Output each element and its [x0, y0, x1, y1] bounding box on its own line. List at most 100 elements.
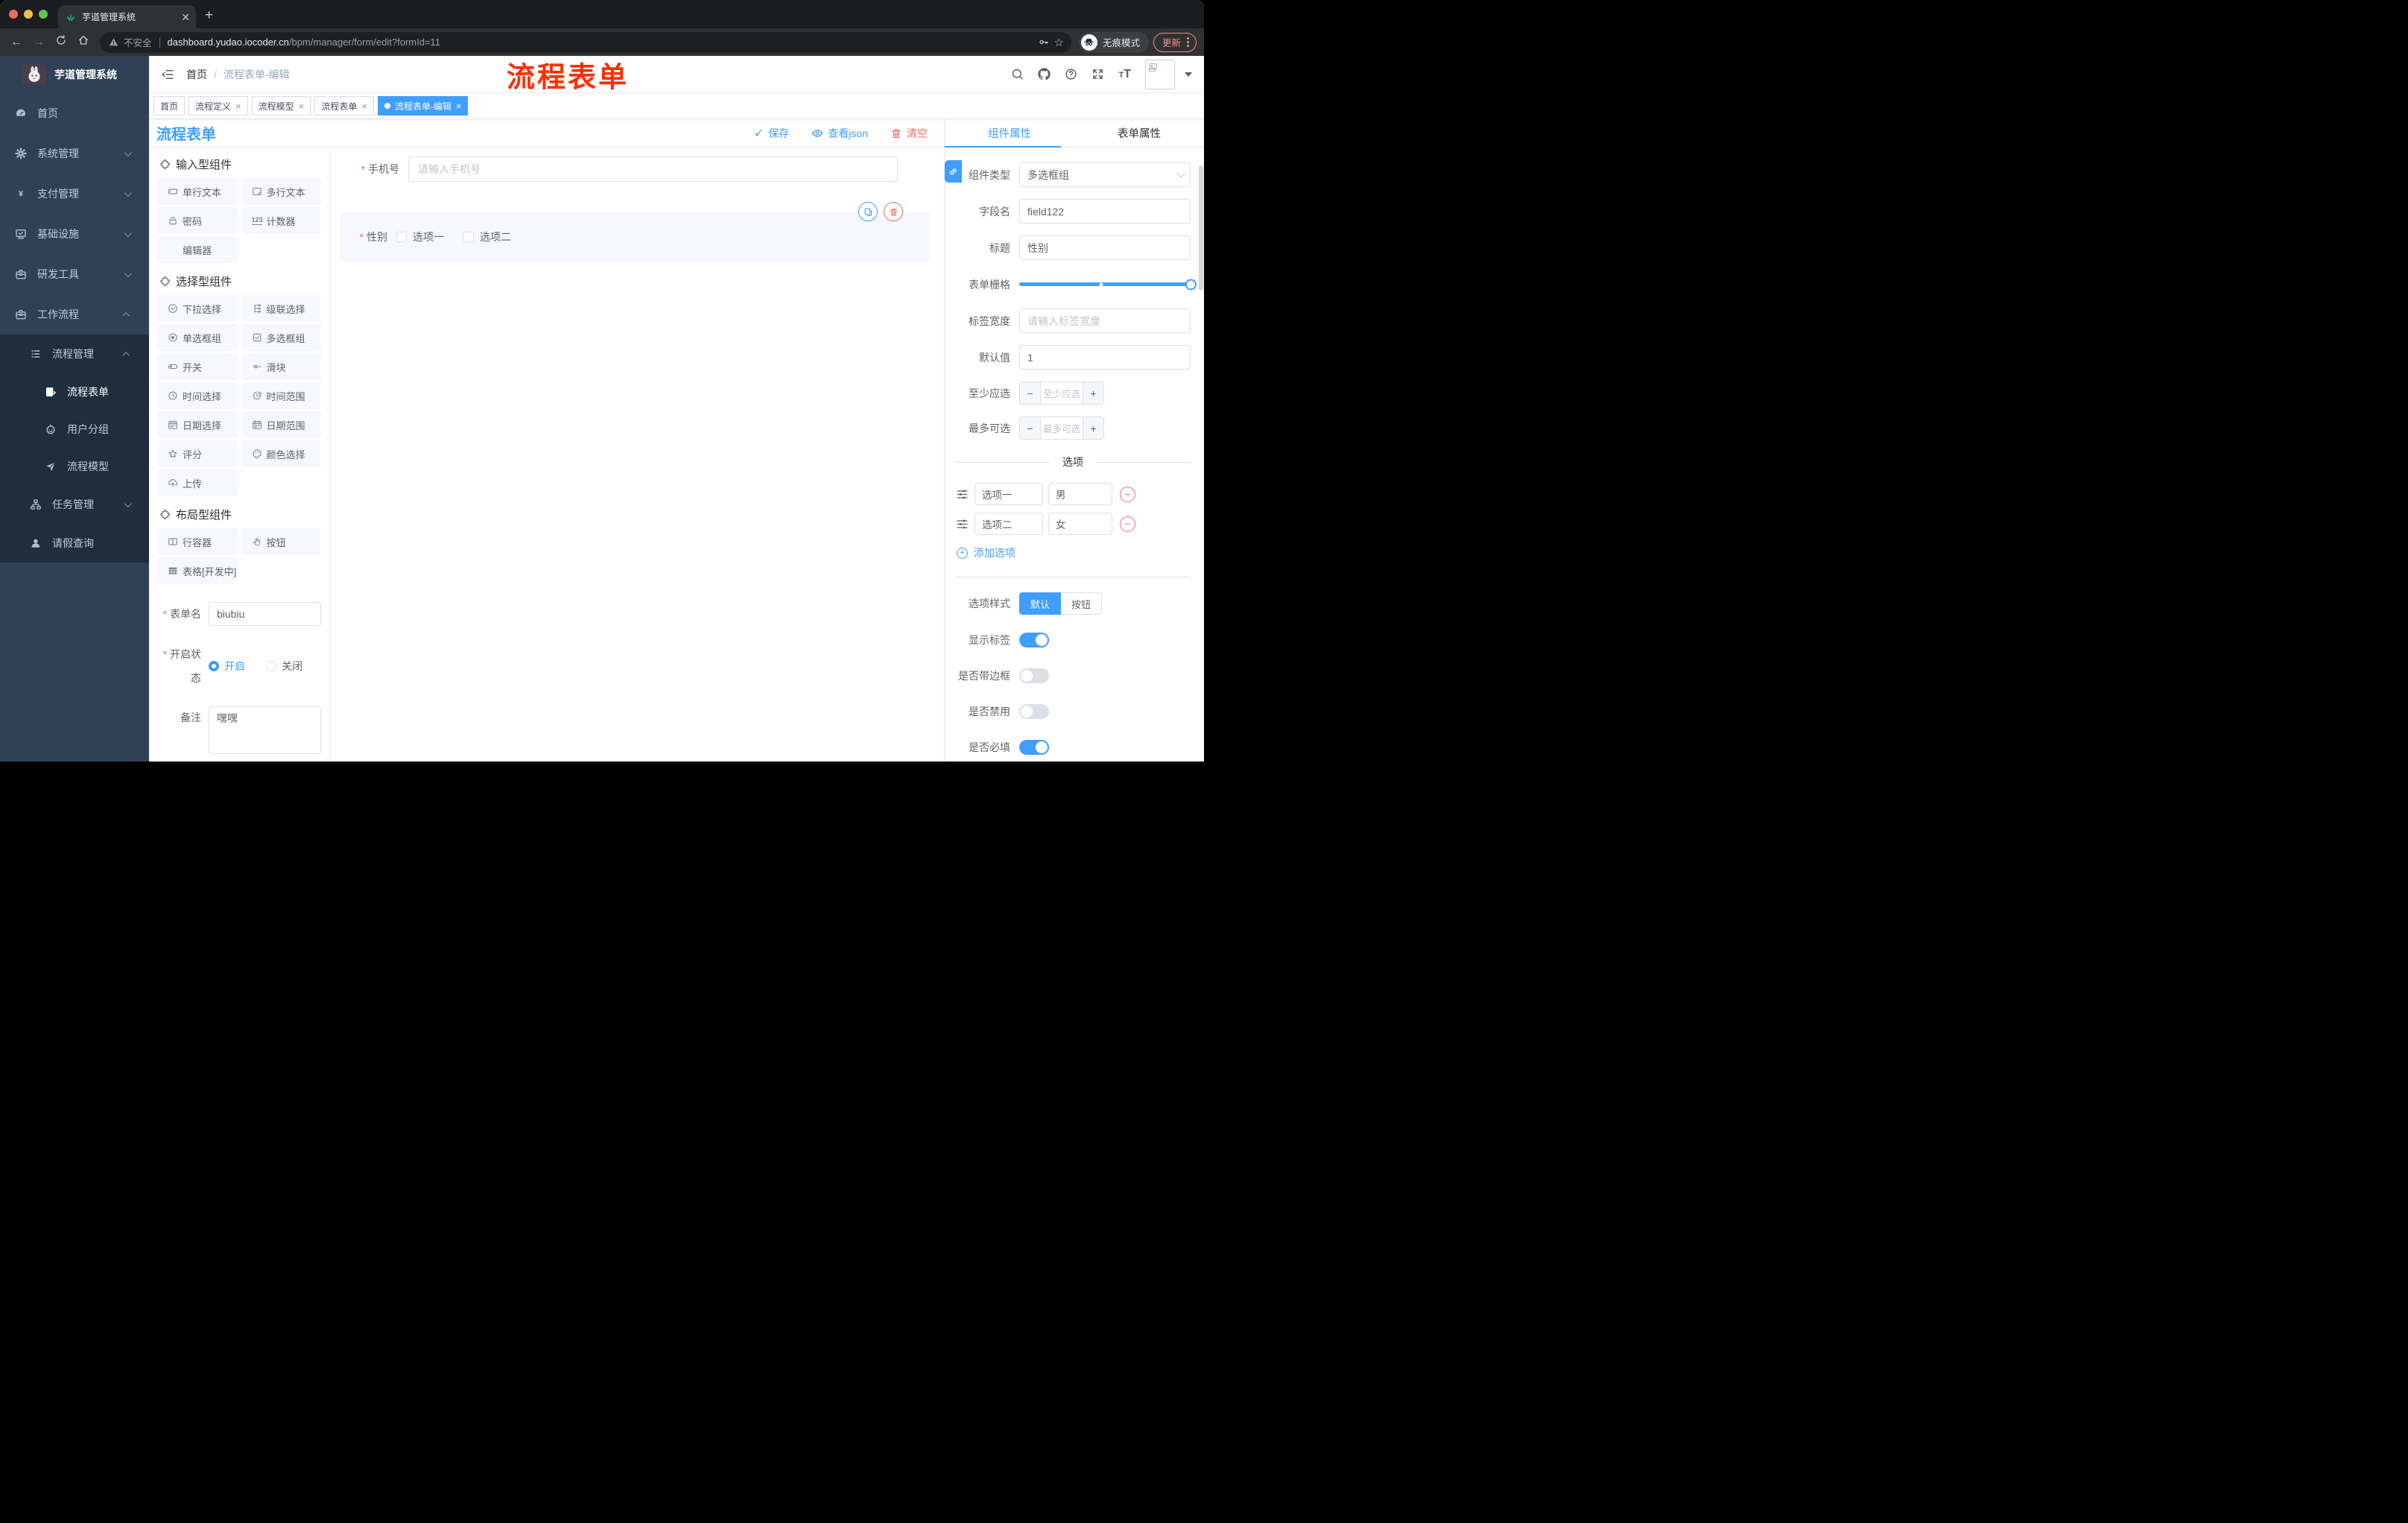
- drag-handle-icon[interactable]: [955, 517, 969, 531]
- palette-item-多选框组[interactable]: 多选框组: [241, 324, 321, 351]
- sidebar-item-首页[interactable]: 首页: [0, 93, 149, 133]
- browser-tab[interactable]: 芋道管理系统 ✕: [58, 5, 196, 28]
- status-on-radio[interactable]: 开启: [209, 659, 245, 674]
- option-style-默认[interactable]: 默认: [1019, 592, 1062, 615]
- palette-item-密码[interactable]: 密码: [158, 207, 238, 234]
- palette-item-时间范围[interactable]: 时间范围: [241, 382, 321, 409]
- tag-首页[interactable]: 首页: [153, 96, 186, 115]
- tab-component-props[interactable]: 组件属性: [945, 119, 1074, 148]
- tab-form-props[interactable]: 表单属性: [1074, 119, 1204, 147]
- tag-close-icon[interactable]: ×: [456, 101, 462, 111]
- toggle-是否禁用[interactable]: [1019, 704, 1049, 719]
- palette-item-时间选择[interactable]: 时间选择: [158, 382, 238, 409]
- affix-link-button[interactable]: [945, 160, 962, 183]
- palette-item-日期范围[interactable]: 日期范围: [241, 411, 321, 438]
- sidebar-item-支付管理[interactable]: ¥ 支付管理: [0, 174, 149, 214]
- search-icon[interactable]: [1011, 68, 1024, 80]
- breadcrumb-home[interactable]: 首页: [186, 67, 207, 82]
- sidebar-item-用户分组[interactable]: 用户分组: [0, 411, 149, 448]
- checkbox-icon[interactable]: [463, 231, 474, 242]
- palette-item-表格[开发中][interactable]: 表格[开发中]: [158, 557, 238, 584]
- tag-close-icon[interactable]: ×: [235, 101, 241, 111]
- form-grid-slider[interactable]: [1019, 272, 1197, 297]
- sidebar-item-流程表单[interactable]: 流程表单: [0, 373, 149, 411]
- tab-close-icon[interactable]: ✕: [181, 12, 190, 22]
- delete-component-button[interactable]: [884, 202, 903, 221]
- reload-button[interactable]: [52, 34, 70, 50]
- palette-item-级联选择[interactable]: 级联选择: [241, 295, 321, 322]
- palette-item-下拉选择[interactable]: 下拉选择: [158, 295, 238, 322]
- palette-item-上传[interactable]: 上传: [158, 469, 238, 496]
- add-option-button[interactable]: + 添加选项: [945, 545, 1191, 560]
- password-key-icon[interactable]: [1038, 37, 1049, 48]
- component-type-select[interactable]: 多选框组: [1019, 162, 1191, 187]
- sidebar-item-系统管理[interactable]: 系统管理: [0, 133, 149, 174]
- palette-item-滑块[interactable]: 滑块: [241, 353, 321, 380]
- sidebar-fold-icon[interactable]: [161, 68, 174, 81]
- help-icon[interactable]: [1065, 68, 1077, 80]
- status-off-radio[interactable]: 关闭: [266, 659, 302, 674]
- option-value-input[interactable]: [1048, 513, 1112, 535]
- option-name-input[interactable]: [975, 483, 1043, 505]
- palette-item-单选框组[interactable]: 单选框组: [158, 324, 238, 351]
- sidebar-logo-row[interactable]: 芋道管理系统: [0, 56, 149, 93]
- sidebar-item-请假查询[interactable]: 请假查询: [0, 524, 149, 563]
- url-text[interactable]: dashboard.yudao.iocoder.cn/bpm/manager/f…: [168, 37, 1033, 48]
- drag-handle-icon[interactable]: [955, 487, 969, 501]
- tag-close-icon[interactable]: ×: [299, 101, 305, 111]
- tag-close-icon[interactable]: ×: [361, 101, 367, 111]
- bookmark-star-icon[interactable]: ☆: [1054, 36, 1064, 49]
- min-select-stepper[interactable]: − 至少应选 +: [1019, 381, 1104, 405]
- avatar-caret-icon[interactable]: [1185, 72, 1192, 77]
- checkbox-option-选项一[interactable]: 选项一: [396, 229, 444, 244]
- home-button[interactable]: [75, 34, 92, 50]
- default-value-input[interactable]: [1019, 345, 1191, 370]
- palette-item-编辑器[interactable]: 编辑器: [158, 236, 238, 263]
- palette-item-评分[interactable]: 评分: [158, 440, 238, 467]
- remove-option-button[interactable]: −: [1120, 516, 1135, 532]
- sidebar-item-基础设施[interactable]: 基础设施: [0, 214, 149, 254]
- maximize-window-button[interactable]: [39, 10, 48, 19]
- sidebar-item-任务管理[interactable]: 任务管理: [0, 485, 149, 524]
- palette-item-按钮[interactable]: 按钮: [241, 528, 321, 555]
- forward-button[interactable]: →: [30, 36, 48, 49]
- close-window-button[interactable]: [9, 10, 18, 19]
- palette-item-行容器[interactable]: 行容器: [158, 528, 238, 555]
- duplicate-component-button[interactable]: [858, 202, 878, 221]
- phone-input[interactable]: [408, 156, 898, 182]
- stepper-minus-button[interactable]: −: [1020, 417, 1041, 439]
- toggle-显示标签[interactable]: [1019, 633, 1049, 647]
- toggle-是否带边框[interactable]: [1019, 668, 1049, 683]
- canvas-field-gender-selected[interactable]: 性别 选项一 选项二: [340, 202, 930, 262]
- browser-update-button[interactable]: 更新: [1153, 32, 1197, 52]
- font-size-icon[interactable]: TT: [1118, 68, 1131, 81]
- palette-item-计数器[interactable]: 123 计数器: [241, 207, 321, 234]
- macos-window-controls[interactable]: [0, 0, 58, 28]
- sidebar-item-流程模型[interactable]: 流程模型: [0, 448, 149, 485]
- avatar-broken-image[interactable]: [1145, 59, 1175, 89]
- checkbox-icon[interactable]: [396, 231, 407, 242]
- palette-item-多行文本[interactable]: 多行文本: [241, 178, 321, 205]
- remove-option-button[interactable]: −: [1120, 486, 1135, 502]
- tag-流程表单[interactable]: 流程表单 ×: [314, 96, 374, 115]
- option-value-input[interactable]: [1048, 483, 1112, 505]
- field-name-input[interactable]: [1019, 199, 1191, 224]
- title-input[interactable]: [1019, 235, 1191, 260]
- browser-menu-dots-icon[interactable]: [1187, 37, 1189, 47]
- stepper-plus-button[interactable]: +: [1083, 417, 1103, 439]
- panel-scrollbar[interactable]: [1199, 165, 1203, 291]
- form-name-input[interactable]: [209, 602, 321, 626]
- tag-流程表单-编辑[interactable]: 流程表单-编辑 ×: [377, 96, 469, 115]
- stepper-plus-button[interactable]: +: [1083, 382, 1103, 404]
- remark-textarea[interactable]: 嘿嘿: [209, 706, 321, 754]
- option-style-按钮[interactable]: 按钮: [1061, 592, 1103, 615]
- sidebar-item-流程管理[interactable]: 流程管理: [0, 335, 149, 373]
- new-tab-button[interactable]: +: [205, 7, 213, 24]
- palette-item-开关[interactable]: 开关: [158, 353, 238, 380]
- toggle-是否必填[interactable]: [1019, 740, 1049, 755]
- checkbox-option-选项二[interactable]: 选项二: [463, 229, 511, 244]
- clear-button[interactable]: 清空: [890, 126, 928, 141]
- palette-item-日期选择[interactable]: 日期选择: [158, 411, 238, 438]
- sidebar-item-工作流程[interactable]: 工作流程: [0, 294, 149, 335]
- url-address-bar[interactable]: 不安全 dashboard.yudao.iocoder.cn/bpm/manag…: [100, 31, 1071, 53]
